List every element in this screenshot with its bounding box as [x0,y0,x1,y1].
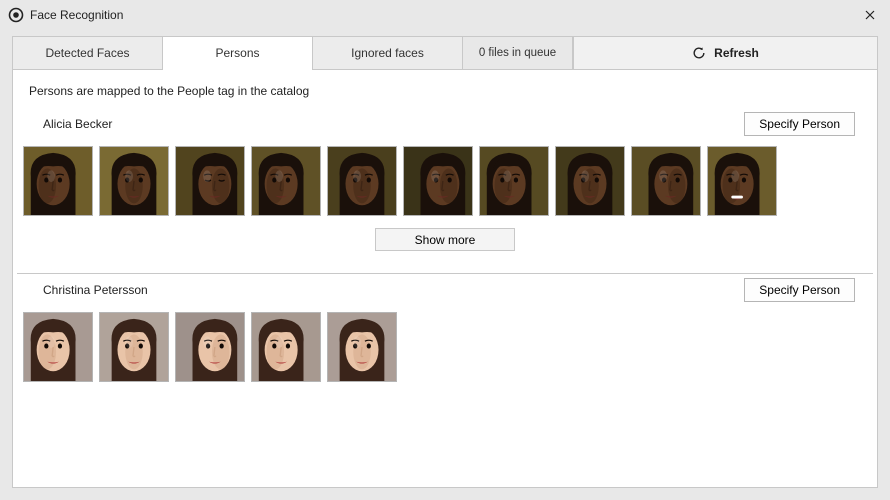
show-more-wrap: Show more [13,220,877,263]
face-thumbnail[interactable] [23,312,93,382]
show-more-button[interactable]: Show more [375,228,515,251]
person-section: Alicia Becker Specify Person [13,108,877,273]
thumbnail-grid [13,142,877,220]
specify-person-button[interactable]: Specify Person [744,278,855,302]
tab-detected-label: Detected Faces [45,46,129,60]
tab-detected-faces[interactable]: Detected Faces [13,37,163,69]
tab-persons[interactable]: Persons [163,37,313,69]
face-thumbnail[interactable] [479,146,549,216]
face-thumbnail[interactable] [23,146,93,216]
face-thumbnail[interactable] [403,146,473,216]
tab-ignored-faces[interactable]: Ignored faces [313,37,463,69]
person-name: Alicia Becker [43,117,112,131]
close-button[interactable] [850,0,890,30]
app-icon [8,7,24,23]
specify-person-button[interactable]: Specify Person [744,112,855,136]
persons-panel[interactable]: Persons are mapped to the People tag in … [12,70,878,488]
face-thumbnail[interactable] [555,146,625,216]
hint-text: Persons are mapped to the People tag in … [13,70,877,108]
titlebar: Face Recognition [0,0,890,30]
refresh-button[interactable]: Refresh [573,37,877,69]
queue-status: 0 files in queue [463,37,573,69]
face-recognition-window: Face Recognition Detected Faces Persons … [0,0,890,500]
person-header: Christina Petersson Specify Person [13,274,877,308]
face-thumbnail[interactable] [327,312,397,382]
face-thumbnail[interactable] [175,312,245,382]
face-thumbnail[interactable] [251,146,321,216]
refresh-icon [692,46,706,60]
topbar: Detected Faces Persons Ignored faces 0 f… [12,36,878,70]
face-thumbnail[interactable] [707,146,777,216]
content-frame: Detected Faces Persons Ignored faces 0 f… [12,36,878,488]
tab-persons-label: Persons [215,46,259,60]
person-name: Christina Petersson [43,283,148,297]
face-thumbnail[interactable] [251,312,321,382]
refresh-label: Refresh [714,46,759,60]
queue-text: 0 files in queue [479,47,556,59]
face-thumbnail[interactable] [99,312,169,382]
face-thumbnail[interactable] [175,146,245,216]
face-thumbnail[interactable] [631,146,701,216]
window-title: Face Recognition [30,8,123,22]
close-icon [865,10,875,20]
person-section: Christina Petersson Specify Person [13,274,877,396]
person-header: Alicia Becker Specify Person [13,108,877,142]
face-thumbnail[interactable] [99,146,169,216]
tab-ignored-label: Ignored faces [351,46,424,60]
face-thumbnail[interactable] [327,146,397,216]
thumbnail-grid [13,308,877,386]
